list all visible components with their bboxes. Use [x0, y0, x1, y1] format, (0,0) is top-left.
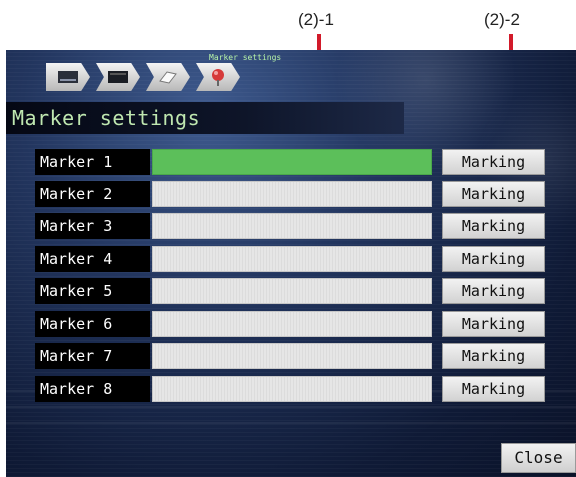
marking-button[interactable]: Marking	[442, 376, 545, 402]
marker-label: Marker 2	[35, 181, 150, 207]
marker-name-field[interactable]	[152, 246, 432, 272]
paper-icon[interactable]	[146, 63, 190, 91]
pin-icon[interactable]	[196, 63, 240, 91]
marking-button[interactable]: Marking	[442, 278, 545, 304]
title-bar: Marker settings	[6, 102, 404, 134]
marker-name-field[interactable]	[152, 149, 432, 175]
callout-label-field: (2)-1	[298, 10, 334, 29]
marking-button[interactable]: Marking	[442, 311, 545, 337]
marker-name-field[interactable]	[152, 181, 432, 207]
device-screen: Marker settings Marker settings Marker 1…	[6, 50, 576, 477]
marker-name-field[interactable]	[152, 376, 432, 402]
marker-name-field[interactable]	[152, 311, 432, 337]
marking-button[interactable]: Marking	[442, 343, 545, 369]
marker-name-field[interactable]	[152, 213, 432, 239]
marker-label: Marker 7	[35, 343, 150, 369]
marker-label: Marker 6	[35, 311, 150, 337]
close-button[interactable]: Close	[501, 443, 576, 473]
marking-button[interactable]: Marking	[442, 149, 545, 175]
marker-label: Marker 3	[35, 213, 150, 239]
breadcrumb-label: Marker settings	[209, 53, 282, 62]
callout-label-button: (2)-2	[484, 10, 520, 29]
marker-name-field[interactable]	[152, 278, 432, 304]
marking-button[interactable]: Marking	[442, 246, 545, 272]
device-icon[interactable]	[96, 63, 140, 91]
marking-button[interactable]: Marking	[442, 213, 545, 239]
marker-name-field[interactable]	[152, 343, 432, 369]
breadcrumb	[46, 62, 246, 92]
marker-label: Marker 5	[35, 278, 150, 304]
marking-button[interactable]: Marking	[442, 181, 545, 207]
recorder-icon[interactable]	[46, 63, 90, 91]
marker-label: Marker 4	[35, 246, 150, 272]
page-title: Marker settings	[12, 106, 201, 130]
marker-label: Marker 8	[35, 376, 150, 402]
marker-label: Marker 1	[35, 149, 150, 175]
